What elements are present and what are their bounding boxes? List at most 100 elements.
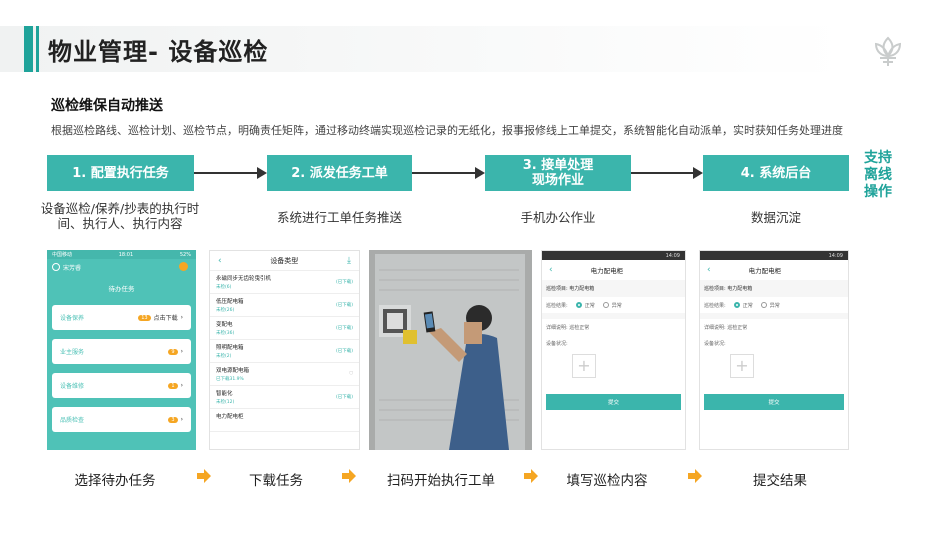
field-label: 设备状况: [546, 340, 568, 347]
phone-screen-submit-result: 14:09 ‹ 电力配电柜 巡检项目: 电力配电箱 巡检结果: 正常 异常 详细… [699, 250, 849, 450]
bottom-step-label: 填写巡检内容 [566, 473, 648, 489]
flow-arrow-icon [693, 167, 703, 179]
radio-abnormal[interactable] [602, 302, 609, 308]
bottom-step-label: 提交结果 [753, 473, 807, 489]
inspection-item-row: 巡检项目: 电力配电箱 [542, 280, 685, 297]
task-name: 业主服务 [60, 349, 85, 356]
task-item[interactable]: 品质检查 3 › [52, 407, 191, 432]
back-arrow-icon[interactable]: ‹ [218, 256, 222, 266]
inspection-result-row: 巡检结果: 正常 异常 [542, 297, 685, 313]
device-name: 智能化 [216, 391, 233, 397]
task-name: 设备保养 [60, 315, 85, 322]
step-caption: 手机办公作业 [520, 210, 596, 225]
field-value: 电力配电箱 [569, 286, 595, 292]
nav-bar: ‹ 电力配电柜 [700, 260, 848, 280]
field-value: 巡检正常 [569, 324, 590, 331]
user-name: 宋芳睿 [63, 264, 82, 272]
download-status: (已下载) [335, 303, 353, 308]
status-bar: 14:09 [700, 251, 848, 260]
section-description: 根据巡检路线、巡检计划、巡检节点，明确责任矩阵，通过移动终端实现巡检记录的无纸化… [51, 124, 843, 137]
offline-support-note: 支持 离线 操作 [864, 150, 892, 200]
device-row[interactable]: 电力配电柜 [210, 409, 359, 432]
task-count-badge: 13 [138, 314, 151, 321]
chevron-right-icon: › [180, 416, 183, 423]
task-name: 设备维修 [60, 383, 85, 390]
device-row[interactable]: 照明配电箱 未检(2) (已下载) [210, 340, 359, 363]
task-item[interactable]: 设备保养 13 点击下载 › [52, 305, 191, 330]
task-count-badge: 3 [168, 416, 178, 423]
device-name: 照明配电箱 [216, 345, 244, 351]
device-name: 变配电 [216, 322, 233, 328]
notification-badge[interactable] [179, 262, 188, 271]
download-status: (已下载) [335, 280, 353, 285]
device-row[interactable]: 变配电未检(36) (已下载) [210, 317, 359, 340]
download-status: (已下载) [335, 395, 353, 400]
download-link[interactable]: 点击下载 [154, 313, 178, 322]
device-sub: 未检(6) [216, 285, 232, 290]
field-value: 巡检正常 [727, 324, 748, 331]
download-icon[interactable]: ⤓ [347, 256, 351, 266]
orange-arrow-icon [197, 469, 211, 483]
screen-title: 待办任务 [108, 285, 135, 293]
detail-field[interactable]: 详细说明: 巡检正常 [700, 319, 848, 335]
device-name: 双电源配电箱 [216, 368, 250, 374]
step-caption: 数据沉淀 [750, 210, 801, 225]
device-row[interactable]: 低压配电箱 未检(26) (已下载) [210, 294, 359, 317]
task-name: 品质检查 [60, 417, 85, 424]
status-bar: 中国移动 18:01 52% [47, 250, 196, 259]
detail-field[interactable]: 详细说明: 巡检正常 [542, 319, 685, 335]
loading-spinner-icon: ◌ [349, 371, 353, 376]
inspection-result-row: 巡检结果: 正常 异常 [700, 297, 848, 313]
clock-label: 14:09 [828, 252, 843, 259]
device-sub: 未检(12) [216, 400, 235, 405]
device-sub: 已下载31.9% [216, 377, 244, 382]
battery-label: 52% [179, 251, 191, 258]
carrier-label: 中国移动 [52, 252, 73, 258]
phone-screen-device-types: ‹ 设备类型 ⤓ 永磁同步无齿轮曳引机 未检(6) (已下载) 低压配电箱 未检(26… [209, 250, 360, 450]
device-sub: 未检(36) [216, 331, 235, 336]
back-arrow-icon[interactable]: ‹ [549, 265, 553, 275]
add-photo-button[interactable]: + [730, 354, 754, 378]
task-count-badge: 1 [168, 382, 178, 389]
radio-abnormal[interactable] [760, 302, 767, 308]
radio-label: 异常 [611, 302, 622, 309]
submit-button[interactable]: 提交 [704, 394, 844, 410]
device-name: 电力配电柜 [216, 414, 244, 420]
screen-title: 设备类型 [270, 256, 299, 265]
flow-connector [194, 172, 257, 174]
step-receive-process: 3. 接单处理 现场作业 [485, 155, 631, 191]
field-value: 电力配电箱 [727, 286, 753, 292]
device-name: 低压配电箱 [216, 299, 244, 305]
device-row[interactable]: 双电源配电箱 已下载31.9% ◌ [210, 363, 359, 386]
screen-title: 电力配电柜 [748, 267, 782, 275]
page-title: 物业管理- 设备巡检 [48, 38, 269, 66]
task-item[interactable]: 设备维修 1 › [52, 373, 191, 398]
task-count-badge: 9 [168, 348, 178, 355]
submit-button[interactable]: 提交 [546, 394, 681, 410]
radio-normal[interactable] [575, 302, 582, 308]
bottom-step-label: 下载任务 [249, 473, 303, 489]
download-status: (已下载) [335, 326, 353, 331]
clock-label: 14:09 [665, 252, 680, 259]
device-status-label: 设备状况: [700, 335, 848, 351]
add-photo-button[interactable]: + [572, 354, 596, 378]
inspection-item-row: 巡检项目: 电力配电箱 [700, 280, 848, 297]
field-label: 详细说明: [546, 324, 568, 331]
chevron-right-icon: › [180, 382, 183, 389]
radio-normal[interactable] [733, 302, 740, 308]
user-bar: 宋芳睿 [47, 259, 196, 275]
device-name: 永磁同步无齿轮曳引机 [216, 276, 272, 282]
avatar-icon [52, 263, 60, 271]
task-item[interactable]: 业主服务 9 › [52, 339, 191, 364]
device-row[interactable]: 永磁同步无齿轮曳引机 未检(6) (已下载) [210, 271, 359, 294]
chevron-right-icon: › [180, 314, 183, 321]
step-system-backend: 4. 系统后台 [703, 155, 849, 191]
orange-arrow-icon [524, 469, 538, 483]
field-label: 详细说明: [704, 324, 726, 331]
step-caption: 设备巡检/保养/抄表的执行时间、执行人、执行内容 [40, 201, 200, 231]
chevron-right-icon: › [180, 348, 183, 355]
phone-screen-inspection-form: 14:09 ‹ 电力配电柜 巡检项目: 电力配电箱 巡检结果: 正常 异常 详细… [541, 250, 686, 450]
device-row[interactable]: 智能化未检(12) (已下载) [210, 386, 359, 409]
back-arrow-icon[interactable]: ‹ [707, 265, 711, 275]
header-accent-bar [24, 26, 33, 72]
